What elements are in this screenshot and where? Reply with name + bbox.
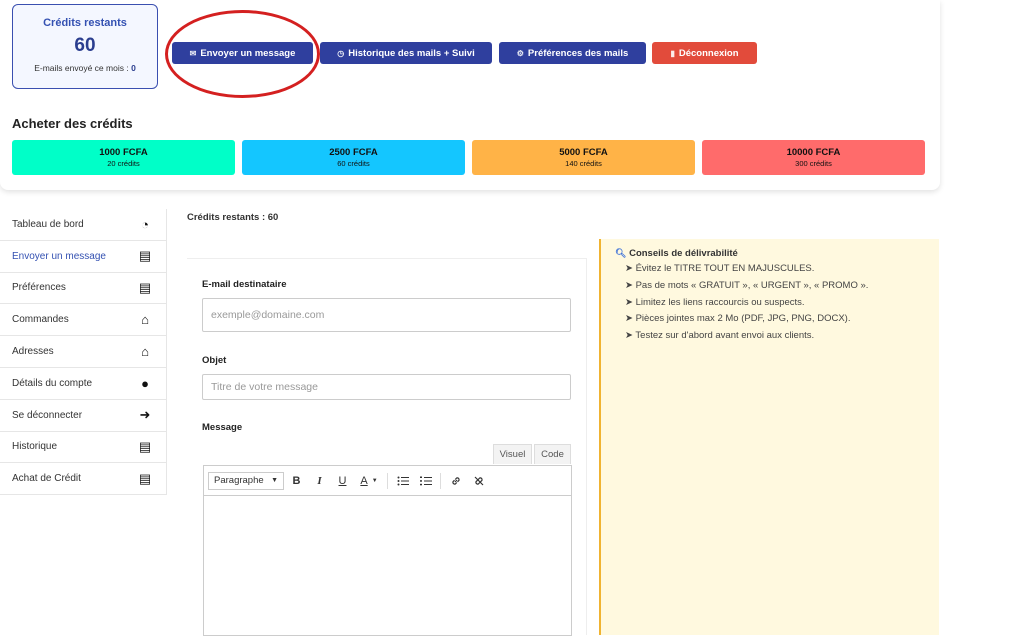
pack-credits: 60 crédits (337, 159, 370, 168)
sidebar-item-label: Se déconnecter (12, 409, 83, 421)
send-message-label: Envoyer un message (200, 47, 296, 59)
bullet-list-icon[interactable] (392, 471, 413, 491)
home-icon: ⌂ (141, 344, 149, 360)
numbered-list-icon[interactable] (415, 471, 436, 491)
pack-credits: 140 crédits (565, 159, 602, 168)
sidebar-item-label: Commandes (12, 314, 69, 326)
tip-item: ➤ Pas de mots « GRATUIT », « URGENT », «… (625, 279, 869, 291)
sidebar-item-label: Achat de Crédit (12, 473, 81, 485)
pack-price: 2500 FCFA (329, 147, 378, 158)
sidebar-item-label: Adresses (12, 346, 54, 358)
tab-code[interactable]: Code (534, 444, 571, 464)
format-select-value: Paragraphe (214, 475, 264, 486)
emails-sent-line: E-mails envoyé ce mois : 0 (13, 63, 157, 73)
sidebar-item-label: Détails du compte (12, 377, 93, 389)
tips-title: Conseils de délivrabilité (629, 248, 738, 259)
door-icon: ▮ (670, 48, 675, 58)
logout-label: Déconnexion (678, 47, 739, 59)
pack-price: 10000 FCFA (786, 147, 841, 158)
buy-credits-title: Acheter des crédits (12, 116, 133, 131)
sidebar-item-orders[interactable]: Commandes ⌂ (0, 304, 167, 337)
remaining-credits-line: Crédits restants : 60 (187, 212, 279, 223)
credits-summary-box: Crédits restants 60 E-mails envoyé ce mo… (12, 4, 158, 89)
recipient-email-label: E-mail destinataire (202, 279, 287, 290)
emails-sent-count: 0 (131, 63, 136, 73)
basket-icon: ⌂ (141, 312, 149, 328)
sidebar-item-label: Historique (12, 441, 58, 453)
account-header-card: Crédits restants 60 E-mails envoyé ce mo… (0, 0, 940, 190)
sidebar-item-buy-credit[interactable]: Achat de Crédit ▤ (0, 463, 167, 496)
sidebar-item-account-details[interactable]: Détails du compte ● (0, 367, 167, 400)
file-icon: ▤ (138, 248, 152, 264)
sidebar-item-addresses[interactable]: Adresses ⌂ (0, 336, 167, 368)
clock-icon: ◷ (337, 48, 345, 58)
subject-label: Objet (202, 355, 227, 366)
credits-title: Crédits restants (43, 17, 127, 29)
tab-visual[interactable]: Visuel (493, 444, 532, 464)
dashboard-icon: ◔ (141, 216, 149, 232)
tips-list: ➤ Évitez le TITRE TOUT EN MAJUSCULES. ➤ … (625, 261, 939, 345)
pack-price: 5000 FCFA (559, 147, 608, 158)
user-icon: ● (141, 375, 149, 391)
message-label: Message (202, 422, 243, 433)
mail-preferences-button[interactable]: ⚙ Préférences des mails (499, 42, 646, 64)
italic-icon[interactable]: I (309, 471, 330, 491)
tip-item: ➤ Limitez les liens raccourcis ou suspec… (625, 296, 805, 308)
text-color-icon[interactable]: A ▼ (355, 471, 383, 491)
tip-item: ➤ Pièces jointes max 2 Mo (PDF, JPG, PNG… (625, 313, 851, 325)
deliverability-tips-panel: 🔍︎ Conseils de délivrabilité ➤ Évitez le… (599, 239, 939, 635)
logout-button[interactable]: ▮ Déconnexion (652, 42, 757, 64)
message-editor[interactable]: Paragraphe ▼ B I U A ▼ (203, 465, 572, 636)
send-message-form: E-mail destinataire exemple@domaine.com … (187, 258, 587, 636)
send-message-button[interactable]: ✉ Envoyer un message (172, 42, 313, 64)
pack-credits: 300 crédits (795, 159, 832, 168)
file-icon: ▤ (138, 470, 152, 486)
gear-icon: ⚙ (516, 48, 524, 58)
bold-icon[interactable]: B (286, 471, 307, 491)
pack-credits: 20 crédits (107, 159, 140, 168)
pack-price: 1000 FCFA (99, 147, 148, 158)
credits-count: 60 (74, 35, 96, 56)
sidebar-item-preferences[interactable]: Préférences ▤ (0, 272, 167, 305)
tip-item: ➤ Testez sur d'abord avant envoi aux cli… (625, 330, 815, 342)
tip-item: ➤ Évitez le TITRE TOUT EN MAJUSCULES. (625, 263, 815, 274)
envelope-icon: ✉ (189, 48, 197, 58)
tips-title-line: 🔍︎ Conseils de délivrabilité (615, 248, 939, 259)
credit-pack-10000[interactable]: 10000 FCFA 300 crédits (702, 140, 925, 175)
format-select[interactable]: Paragraphe ▼ (208, 471, 284, 490)
sidebar-item-send-message[interactable]: Envoyer un message ▤ (0, 240, 167, 273)
magnifier-icon: 🔍︎ (615, 248, 627, 258)
recipient-email-input[interactable]: exemple@domaine.com (202, 298, 571, 332)
mail-history-label: Historique des mails + Suivi (348, 47, 475, 59)
unlink-icon[interactable] (468, 471, 489, 491)
account-sidebar: Tableau de bord ◔ Envoyer un message ▤ P… (0, 209, 167, 496)
sidebar-item-label: Préférences (12, 282, 66, 294)
emails-sent-label: E-mails envoyé ce mois : (34, 63, 129, 73)
credit-pack-5000[interactable]: 5000 FCFA 140 crédits (472, 140, 695, 175)
file-icon: ▤ (138, 438, 152, 454)
editor-toolbar: Paragraphe ▼ B I U A ▼ (204, 466, 571, 496)
mail-preferences-label: Préférences des mails (527, 47, 629, 59)
sidebar-item-label: Tableau de bord (12, 218, 84, 230)
underline-icon[interactable]: U (332, 471, 353, 491)
credit-pack-2500[interactable]: 2500 FCFA 60 crédits (242, 140, 465, 175)
mail-history-button[interactable]: ◷ Historique des mails + Suivi (320, 42, 492, 64)
file-icon: ▤ (138, 279, 152, 295)
sign-out-icon: ➜ (139, 407, 151, 423)
link-icon[interactable] (445, 471, 466, 491)
editor-body[interactable] (204, 496, 571, 636)
sidebar-item-logout[interactable]: Se déconnecter ➜ (0, 399, 167, 432)
chevron-down-icon: ▼ (271, 477, 278, 484)
sidebar-item-history[interactable]: Historique ▤ (0, 431, 167, 464)
credit-pack-1000[interactable]: 1000 FCFA 20 crédits (12, 140, 235, 175)
sidebar-item-dashboard[interactable]: Tableau de bord ◔ (0, 209, 167, 241)
subject-input[interactable]: Titre de votre message (202, 374, 571, 400)
sidebar-item-label: Envoyer un message (12, 250, 106, 262)
